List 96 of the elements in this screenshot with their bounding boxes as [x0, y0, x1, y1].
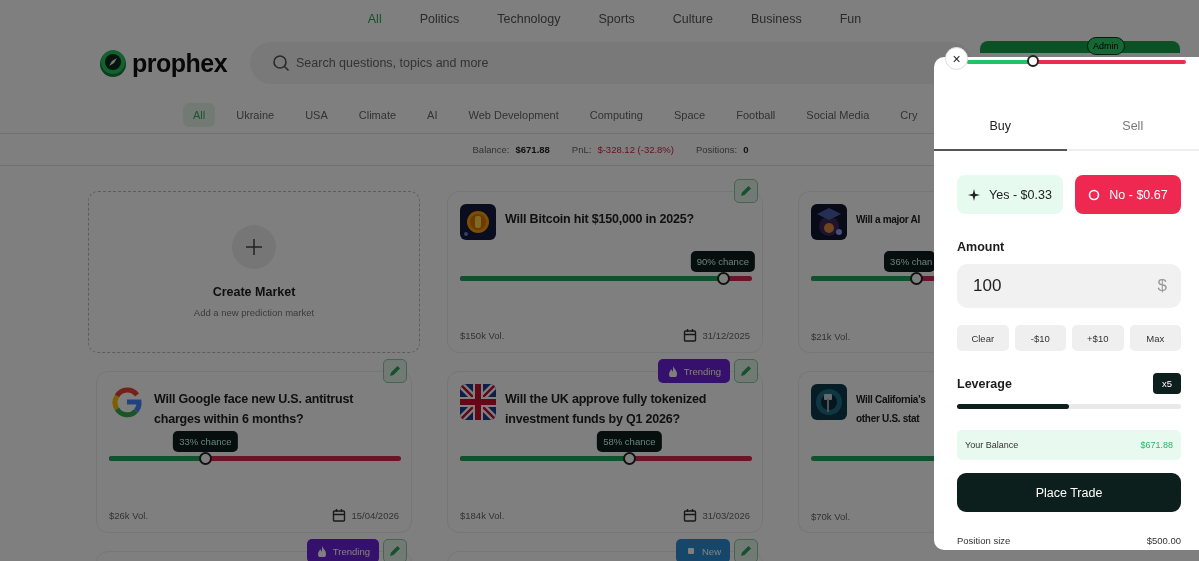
market-title: Will Bitcoin hit $150,000 in 2025?	[505, 211, 694, 228]
stat-value: $671.88	[515, 144, 550, 155]
stat-label: Balance:	[472, 144, 510, 155]
category-tab[interactable]: All	[183, 102, 216, 127]
quick-amount-button[interactable]: -$10	[1014, 325, 1066, 351]
slider-thumb[interactable]	[199, 452, 213, 465]
nav-link[interactable]: Technology	[497, 12, 561, 38]
plus-button[interactable]	[232, 225, 276, 269]
flag-icon	[460, 384, 496, 420]
field-label: Amount	[957, 240, 1006, 254]
volume-text: $150k Vol.	[460, 329, 505, 341]
create-market-card[interactable]: Create Market Add a new prediction market	[88, 191, 420, 353]
calendar-icon	[683, 508, 698, 522]
nav-link[interactable]: Business	[750, 12, 802, 38]
slider-thumb[interactable]	[1026, 55, 1039, 67]
search-icon	[272, 54, 290, 72]
calendar-icon	[683, 328, 698, 342]
place-trade-button[interactable]: Place Trade	[957, 473, 1181, 512]
market-title: Will the UK approve fully tokenized investment funds by Q1 2026?	[505, 391, 708, 428]
circle-icon	[1088, 188, 1101, 201]
plus-icon	[245, 238, 263, 256]
market-card[interactable]: Will Bitcoin hit $150,000 in 2025? 90% chance $150k Vol. 31/12/2025	[447, 191, 763, 353]
pencil-icon	[738, 183, 754, 199]
category-tab[interactable]: Social Media	[796, 102, 880, 127]
volume-text: $26k Vol.	[109, 509, 149, 521]
card-title: Create Market	[212, 285, 296, 299]
nav-link[interactable]: Culture	[672, 12, 713, 38]
calendar-icon	[332, 508, 347, 522]
pencil-icon	[387, 543, 403, 559]
pencil-icon	[738, 543, 754, 559]
card-subtitle: Add a new prediction market	[193, 307, 315, 318]
stat-value: 0	[743, 144, 749, 155]
outcome-button[interactable]: Yes - $0.33	[957, 175, 1063, 214]
chance-tooltip: 36% chan	[884, 251, 934, 272]
market-title: Will California’s other U.S. stat	[856, 393, 927, 426]
category-tab[interactable]: Space	[663, 102, 716, 127]
pencil-icon	[738, 363, 754, 379]
pencil-icon	[387, 363, 403, 379]
summary-label: Position size	[957, 535, 1011, 546]
stat-value: $-328.12 (-32.8%)	[597, 144, 674, 155]
outcome-button[interactable]: No - $0.67	[1075, 175, 1181, 214]
end-date: 31/03/2026	[702, 509, 750, 521]
badge-label: Trending	[332, 545, 370, 557]
leverage-track[interactable]	[957, 404, 1181, 409]
summary-value: $500.00	[1146, 535, 1181, 546]
chance-tooltip: 33% chance	[173, 431, 238, 452]
balance-label: Your Balance	[965, 440, 1019, 450]
square-icon	[685, 545, 697, 557]
logo-text: prophex	[132, 48, 228, 78]
chance-tooltip: 90% chance	[690, 251, 755, 272]
market-card[interactable]: Will California’s other U.S. stat $70k Vol.	[798, 371, 934, 533]
quick-amount-button[interactable]: Max	[1129, 325, 1181, 351]
category-tab[interactable]: AI	[417, 102, 448, 127]
category-tab[interactable]: Ukraine	[226, 102, 285, 127]
admin-badge: Admin	[1087, 37, 1125, 55]
chance-tooltip: 58% chance	[597, 431, 662, 452]
edit-button[interactable]	[383, 359, 407, 383]
badge-label: New	[702, 545, 721, 557]
market-card[interactable]: Will a major AI 36% chan $21k Vol.	[798, 191, 934, 353]
flame-icon	[315, 545, 328, 557]
balance-value: $671.88	[1140, 440, 1173, 450]
edit-button[interactable]	[734, 359, 758, 383]
stat-label: Positions:	[696, 144, 738, 155]
quick-amount-button[interactable]: +$10	[1072, 325, 1124, 351]
currency-sign: $	[1157, 276, 1167, 296]
volume-text: $21k Vol.	[811, 331, 851, 342]
volume-text: $70k Vol.	[811, 511, 851, 522]
category-tab[interactable]: Computing	[579, 102, 653, 127]
category-tab[interactable]: Cry	[890, 102, 928, 127]
quick-amount-button[interactable]: Clear	[957, 325, 1009, 351]
nav-link[interactable]: Politics	[419, 12, 460, 38]
field-label: Leverage	[957, 376, 1012, 391]
flame-icon	[666, 365, 679, 377]
sparkle-icon	[968, 188, 981, 201]
category-tab[interactable]: Climate	[348, 102, 407, 127]
edit-button[interactable]	[734, 539, 758, 561]
volume-text: $184k Vol.	[460, 509, 505, 521]
market-card[interactable]: Will Google face new U.S. antitrust charges within 6 months? 33% chance $26k Vol. 15/04/2026	[96, 371, 412, 533]
slider-thumb[interactable]	[910, 272, 924, 285]
slider-thumb[interactable]	[623, 452, 637, 465]
nav-link[interactable]: Sports	[598, 12, 635, 38]
logo-icon	[98, 48, 128, 78]
category-tab[interactable]: USA	[295, 102, 338, 127]
nav-link[interactable]: All	[367, 12, 382, 38]
leverage-value: x5	[1152, 373, 1181, 394]
nav-link[interactable]: Fun	[839, 12, 862, 38]
stat-label: PnL:	[571, 144, 592, 155]
category-tab[interactable]: Web Development	[458, 102, 569, 127]
slider-thumb[interactable]	[716, 272, 730, 285]
edit-button[interactable]	[383, 539, 407, 561]
end-date: 15/04/2026	[351, 509, 399, 521]
market-title: Will Google face new U.S. antitrust charges within 6 months?	[154, 391, 355, 428]
category-tab[interactable]: Football	[726, 102, 786, 127]
edit-button[interactable]	[734, 179, 758, 203]
end-date: 31/12/2025	[702, 329, 750, 341]
market-title: Will a major AI	[856, 213, 921, 227]
